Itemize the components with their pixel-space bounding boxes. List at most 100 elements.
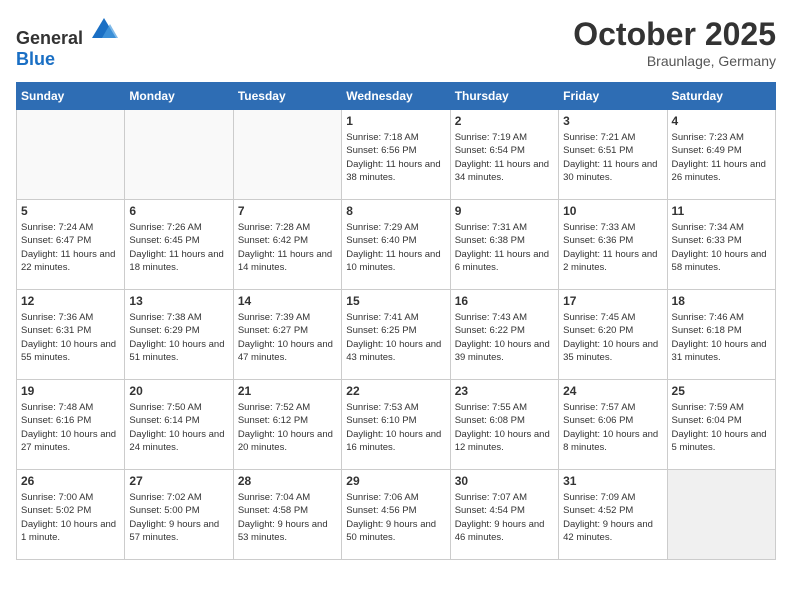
day-info: Sunrise: 7:28 AM Sunset: 6:42 PM Dayligh… <box>238 221 337 274</box>
calendar-cell: 30 Sunrise: 7:07 AM Sunset: 4:54 PM Dayli… <box>450 470 558 560</box>
day-number: 16 <box>455 294 554 308</box>
day-info: Sunrise: 7:04 AM Sunset: 4:58 PM Dayligh… <box>238 491 337 544</box>
calendar-cell: 9 Sunrise: 7:31 AM Sunset: 6:38 PM Daylig… <box>450 200 558 290</box>
day-number: 23 <box>455 384 554 398</box>
calendar-cell: 28 Sunrise: 7:04 AM Sunset: 4:58 PM Dayli… <box>233 470 341 560</box>
weekday-header-wednesday: Wednesday <box>342 83 450 110</box>
day-number: 4 <box>672 114 771 128</box>
day-info: Sunrise: 7:34 AM Sunset: 6:33 PM Dayligh… <box>672 221 771 274</box>
day-number: 15 <box>346 294 445 308</box>
calendar-cell: 3 Sunrise: 7:21 AM Sunset: 6:51 PM Daylig… <box>559 110 667 200</box>
calendar-cell: 31Sunrise: 7:09 AM Sunset: 4:52 PM Dayli… <box>559 470 667 560</box>
calendar-title: October 2025 <box>573 16 776 53</box>
calendar-cell <box>125 110 233 200</box>
logo: General Blue <box>16 16 118 70</box>
calendar-cell: 5Sunrise: 7:24 AM Sunset: 6:47 PM Daylig… <box>17 200 125 290</box>
day-info: Sunrise: 7:18 AM Sunset: 6:56 PM Dayligh… <box>346 131 445 184</box>
day-number: 13 <box>129 294 228 308</box>
day-info: Sunrise: 7:48 AM Sunset: 6:16 PM Dayligh… <box>21 401 120 454</box>
day-info: Sunrise: 7:43 AM Sunset: 6:22 PM Dayligh… <box>455 311 554 364</box>
calendar-cell: 2 Sunrise: 7:19 AM Sunset: 6:54 PM Daylig… <box>450 110 558 200</box>
day-info: Sunrise: 7:07 AM Sunset: 4:54 PM Dayligh… <box>455 491 554 544</box>
calendar-cell: 15 Sunrise: 7:41 AM Sunset: 6:25 PM Dayli… <box>342 290 450 380</box>
calendar-cell: 18 Sunrise: 7:46 AM Sunset: 6:18 PM Dayli… <box>667 290 775 380</box>
day-number: 14 <box>238 294 337 308</box>
day-number: 2 <box>455 114 554 128</box>
week-row-3: 12Sunrise: 7:36 AM Sunset: 6:31 PM Dayli… <box>17 290 776 380</box>
calendar-cell: 29 Sunrise: 7:06 AM Sunset: 4:56 PM Dayli… <box>342 470 450 560</box>
day-number: 8 <box>346 204 445 218</box>
weekday-header-tuesday: Tuesday <box>233 83 341 110</box>
day-info: Sunrise: 7:50 AM Sunset: 6:14 PM Dayligh… <box>129 401 228 454</box>
day-number: 29 <box>346 474 445 488</box>
weekday-header-row: SundayMondayTuesdayWednesdayThursdayFrid… <box>17 83 776 110</box>
day-info: Sunrise: 7:06 AM Sunset: 4:56 PM Dayligh… <box>346 491 445 544</box>
day-info: Sunrise: 7:23 AM Sunset: 6:49 PM Dayligh… <box>672 131 771 184</box>
day-number: 28 <box>238 474 337 488</box>
day-number: 18 <box>672 294 771 308</box>
day-number: 10 <box>563 204 662 218</box>
day-info: Sunrise: 7:33 AM Sunset: 6:36 PM Dayligh… <box>563 221 662 274</box>
day-info: Sunrise: 7:36 AM Sunset: 6:31 PM Dayligh… <box>21 311 120 364</box>
page-header: General Blue October 2025 Braunlage, Ger… <box>16 16 776 70</box>
calendar-cell: 7 Sunrise: 7:28 AM Sunset: 6:42 PM Daylig… <box>233 200 341 290</box>
day-info: Sunrise: 7:26 AM Sunset: 6:45 PM Dayligh… <box>129 221 228 274</box>
calendar-cell: 20 Sunrise: 7:50 AM Sunset: 6:14 PM Dayli… <box>125 380 233 470</box>
week-row-5: 26Sunrise: 7:00 AM Sunset: 5:02 PM Dayli… <box>17 470 776 560</box>
day-info: Sunrise: 7:31 AM Sunset: 6:38 PM Dayligh… <box>455 221 554 274</box>
calendar-cell <box>233 110 341 200</box>
day-number: 30 <box>455 474 554 488</box>
day-number: 19 <box>21 384 120 398</box>
day-info: Sunrise: 7:29 AM Sunset: 6:40 PM Dayligh… <box>346 221 445 274</box>
calendar-cell: 6 Sunrise: 7:26 AM Sunset: 6:45 PM Daylig… <box>125 200 233 290</box>
day-number: 27 <box>129 474 228 488</box>
day-number: 26 <box>21 474 120 488</box>
week-row-1: 1 Sunrise: 7:18 AM Sunset: 6:56 PM Daylig… <box>17 110 776 200</box>
calendar-cell: 25Sunrise: 7:59 AM Sunset: 6:04 PM Dayli… <box>667 380 775 470</box>
calendar-cell: 1 Sunrise: 7:18 AM Sunset: 6:56 PM Daylig… <box>342 110 450 200</box>
calendar-cell: 17 Sunrise: 7:45 AM Sunset: 6:20 PM Dayli… <box>559 290 667 380</box>
week-row-2: 5Sunrise: 7:24 AM Sunset: 6:47 PM Daylig… <box>17 200 776 290</box>
calendar-subtitle: Braunlage, Germany <box>573 53 776 69</box>
calendar-cell: 24 Sunrise: 7:57 AM Sunset: 6:06 PM Dayli… <box>559 380 667 470</box>
day-number: 21 <box>238 384 337 398</box>
calendar-cell <box>17 110 125 200</box>
day-info: Sunrise: 7:02 AM Sunset: 5:00 PM Dayligh… <box>129 491 228 544</box>
day-number: 9 <box>455 204 554 218</box>
day-number: 31 <box>563 474 662 488</box>
day-info: Sunrise: 7:21 AM Sunset: 6:51 PM Dayligh… <box>563 131 662 184</box>
weekday-header-saturday: Saturday <box>667 83 775 110</box>
weekday-header-sunday: Sunday <box>17 83 125 110</box>
week-row-4: 19 Sunrise: 7:48 AM Sunset: 6:16 PM Dayli… <box>17 380 776 470</box>
day-number: 11 <box>672 204 771 218</box>
day-number: 7 <box>238 204 337 218</box>
day-number: 17 <box>563 294 662 308</box>
day-info: Sunrise: 7:19 AM Sunset: 6:54 PM Dayligh… <box>455 131 554 184</box>
day-number: 3 <box>563 114 662 128</box>
calendar-table: SundayMondayTuesdayWednesdayThursdayFrid… <box>16 82 776 560</box>
day-info: Sunrise: 7:24 AM Sunset: 6:47 PM Dayligh… <box>21 221 120 274</box>
day-info: Sunrise: 7:55 AM Sunset: 6:08 PM Dayligh… <box>455 401 554 454</box>
day-number: 22 <box>346 384 445 398</box>
day-info: Sunrise: 7:39 AM Sunset: 6:27 PM Dayligh… <box>238 311 337 364</box>
day-info: Sunrise: 7:57 AM Sunset: 6:06 PM Dayligh… <box>563 401 662 454</box>
day-number: 6 <box>129 204 228 218</box>
day-info: Sunrise: 7:45 AM Sunset: 6:20 PM Dayligh… <box>563 311 662 364</box>
weekday-header-thursday: Thursday <box>450 83 558 110</box>
calendar-cell: 23 Sunrise: 7:55 AM Sunset: 6:08 PM Dayli… <box>450 380 558 470</box>
day-number: 25 <box>672 384 771 398</box>
calendar-cell: 4 Sunrise: 7:23 AM Sunset: 6:49 PM Daylig… <box>667 110 775 200</box>
logo-text: General Blue <box>16 16 118 70</box>
title-block: October 2025 Braunlage, Germany <box>573 16 776 69</box>
logo-blue: Blue <box>16 49 55 69</box>
day-number: 20 <box>129 384 228 398</box>
day-number: 24 <box>563 384 662 398</box>
day-info: Sunrise: 7:41 AM Sunset: 6:25 PM Dayligh… <box>346 311 445 364</box>
day-info: Sunrise: 7:46 AM Sunset: 6:18 PM Dayligh… <box>672 311 771 364</box>
logo-icon <box>90 16 118 44</box>
calendar-cell: 16 Sunrise: 7:43 AM Sunset: 6:22 PM Dayli… <box>450 290 558 380</box>
day-number: 1 <box>346 114 445 128</box>
calendar-cell: 19 Sunrise: 7:48 AM Sunset: 6:16 PM Dayli… <box>17 380 125 470</box>
calendar-cell: 14 Sunrise: 7:39 AM Sunset: 6:27 PM Dayli… <box>233 290 341 380</box>
calendar-cell <box>667 470 775 560</box>
